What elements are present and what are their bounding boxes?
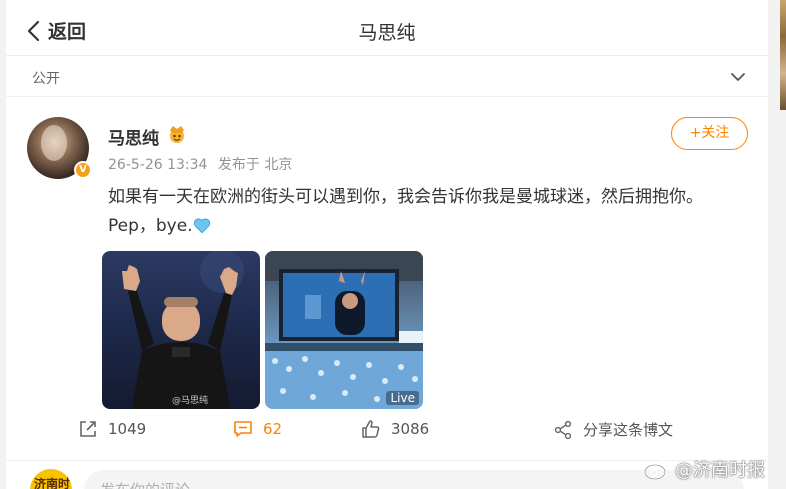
visibility-row[interactable]: 公开 <box>6 57 768 97</box>
post-text-line: 如果有一天在欧洲的街头可以遇到你，我会告诉你我是曼城球迷，然后拥抱你。 <box>108 187 703 207</box>
post-text-line: Pep，bye. <box>108 212 748 241</box>
post-photo-2-live[interactable]: Live <box>265 251 423 409</box>
avatar-text: 济南时报 <box>34 477 71 489</box>
thumbs-up-icon <box>362 420 380 438</box>
like-count: 3086 <box>391 420 430 438</box>
comment-count: 62 <box>263 420 283 438</box>
side-thumbnail <box>780 0 786 110</box>
share-icon <box>554 420 572 439</box>
follow-button[interactable]: +关注 <box>671 117 748 150</box>
source-watermark: @济南时报 <box>643 456 765 482</box>
photo-watermark: @马思纯 <box>172 396 209 406</box>
comment-placeholder: 发布你的评论 <box>100 479 190 489</box>
top-bar: 返回 马思纯 <box>6 0 768 56</box>
post-detail-card: 返回 马思纯 公开 V 马思纯 26-5-26 13:34 发布于 北京 +关注… <box>6 0 768 489</box>
current-user-avatar[interactable]: 济南时报 <box>30 469 72 489</box>
post-photo-1[interactable]: @马思纯 <box>102 251 260 409</box>
comment-button[interactable]: 62 <box>233 419 282 439</box>
repost-count: 1049 <box>108 420 147 438</box>
post-location: 发布于 北京 <box>217 157 293 173</box>
watermark-text: @济南时报 <box>675 460 765 481</box>
stadium-screen-photo-icon <box>265 251 423 409</box>
crown-icon[interactable] <box>166 124 188 144</box>
post-timestamp: 26-5-26 13:34 <box>108 157 208 173</box>
share-label: 分享这条博文 <box>583 421 674 439</box>
repost-button[interactable]: 1049 <box>78 419 146 439</box>
repost-icon <box>80 421 96 437</box>
man-waving-photo-icon <box>122 251 244 409</box>
post-text-line-2: Pep，bye. <box>108 216 193 236</box>
blue-heart-icon <box>193 218 210 234</box>
post-meta: 26-5-26 13:34 发布于 北京 <box>108 154 292 174</box>
post-author-name[interactable]: 马思纯 <box>108 124 159 149</box>
post-action-bar: 1049 62 3086 分享这条博文 <box>6 419 768 449</box>
like-button[interactable]: 3086 <box>361 419 429 439</box>
page-title: 马思纯 <box>358 22 416 44</box>
live-photo-badge: Live <box>386 391 419 405</box>
visibility-label: 公开 <box>32 71 60 87</box>
chevron-down-icon[interactable] <box>730 71 746 83</box>
share-button[interactable]: 分享这条博文 <box>553 419 673 440</box>
comment-icon <box>234 421 252 437</box>
post-text: 如果有一天在欧洲的街头可以遇到你，我会告诉你我是曼城球迷，然后拥抱你。 Pep，… <box>108 183 748 241</box>
weibo-logo-icon <box>644 459 669 480</box>
verified-badge: V <box>74 161 92 179</box>
